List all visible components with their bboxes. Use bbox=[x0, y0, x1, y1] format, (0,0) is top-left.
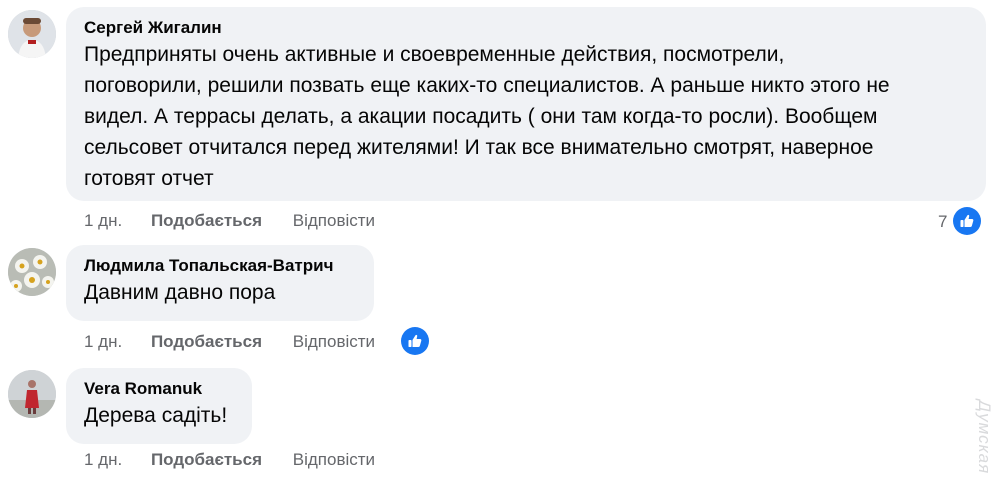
comment-timestamp[interactable]: 1 дн. bbox=[84, 449, 122, 471]
avatar-photo bbox=[8, 248, 56, 296]
comment-author[interactable]: Vera Romanuk bbox=[84, 378, 234, 400]
avatar[interactable] bbox=[8, 370, 56, 418]
comment-text: Дерева садіть! bbox=[84, 404, 228, 427]
reply-button[interactable]: Відповісти bbox=[293, 331, 375, 353]
comment-author[interactable]: Людмила Топальская-Ватрич bbox=[84, 255, 356, 277]
reply-button[interactable]: Відповісти bbox=[293, 449, 375, 471]
avatar-photo bbox=[8, 10, 56, 58]
comment-bubble: Людмила Топальская-Ватрич Давним давно п… bbox=[66, 245, 374, 321]
comment-text: Давним давно пора bbox=[84, 281, 276, 304]
watermark-logo: Думская bbox=[975, 400, 994, 475]
comment-text-line: готовят отчет bbox=[84, 167, 214, 190]
avatar[interactable] bbox=[8, 10, 56, 58]
reactions-count[interactable]: 7 bbox=[938, 211, 947, 233]
like-thumb-icon bbox=[960, 214, 974, 227]
comment-timestamp[interactable]: 1 дн. bbox=[84, 210, 122, 232]
comment-actions: 1 дн. Подобається Відповісти bbox=[84, 331, 401, 353]
like-reaction-badge[interactable] bbox=[953, 207, 981, 235]
comment-timestamp[interactable]: 1 дн. bbox=[84, 331, 122, 353]
reply-button[interactable]: Відповісти bbox=[293, 210, 375, 232]
comment-text-line: видел. А террасы делать, а акации посади… bbox=[84, 105, 878, 128]
avatar-photo bbox=[8, 370, 56, 418]
like-button[interactable]: Подобається bbox=[151, 210, 262, 232]
comment-text-line: поговорили, решили позвать еще каких-то … bbox=[84, 74, 890, 97]
like-thumb-icon bbox=[408, 334, 422, 347]
avatar[interactable] bbox=[8, 248, 56, 296]
like-reaction-badge[interactable] bbox=[401, 327, 429, 355]
comment-actions: 1 дн. Подобається Відповісти bbox=[84, 210, 401, 232]
comment-author[interactable]: Сергей Жигалин bbox=[84, 17, 968, 39]
like-button[interactable]: Подобається bbox=[151, 449, 262, 471]
comment-text-line: сельсовет отчитался перед жителями! И та… bbox=[84, 136, 874, 159]
comment-text-line: Предприняты очень активные и своевременн… bbox=[84, 43, 785, 66]
comment-actions: 1 дн. Подобається Відповісти bbox=[84, 449, 401, 471]
comment-bubble: Vera Romanuk Дерева садіть! bbox=[66, 368, 252, 444]
like-button[interactable]: Подобається bbox=[151, 331, 262, 353]
comment-bubble: Сергей Жигалин Предприняты очень активны… bbox=[66, 7, 986, 201]
